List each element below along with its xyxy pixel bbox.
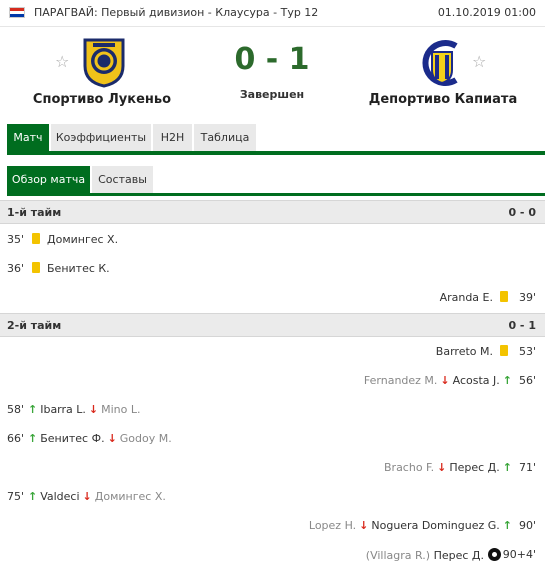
sub-in-arrow-icon: ↑ <box>28 432 38 445</box>
yellow-card-icon <box>32 262 40 273</box>
event-minute: 90' <box>518 519 536 532</box>
event-minute: 71' <box>518 461 536 474</box>
event-player[interactable]: Aranda E. <box>440 291 493 304</box>
away-team-name[interactable]: Депортиво Капиата <box>353 92 533 107</box>
sub-in-player[interactable]: Бенитес Ф. <box>40 432 104 445</box>
tab-h2h[interactable]: H2H <box>153 124 193 151</box>
sub-out-arrow-icon: ↓ <box>359 519 369 532</box>
half-label: 1-й тайм <box>7 206 62 219</box>
event-minute: 36' <box>7 262 25 275</box>
event-row: Lopez H. ↓ Noguera Dominguez G. ↑ 90' <box>0 516 545 536</box>
event-player[interactable]: Бенитес К. <box>47 262 110 275</box>
event-row: Fernandez M. ↓ Acosta J. ↑ 56' <box>0 371 545 391</box>
sub-in-player[interactable]: Valdeci <box>40 490 79 503</box>
sub-in-arrow-icon: ↑ <box>502 374 512 387</box>
goal-scorer[interactable]: Перес Д. <box>434 549 484 562</box>
half-score: 0 - 0 <box>508 206 536 219</box>
event-row: 36' Бенитес К. <box>0 259 545 279</box>
sub-out-player[interactable]: Godoy M. <box>120 432 172 445</box>
sub-in-arrow-icon: ↑ <box>502 461 512 474</box>
paraguay-flag-icon <box>9 7 25 18</box>
sub-out-player[interactable]: Домингес Х. <box>95 490 166 503</box>
yellow-card-icon <box>500 345 508 356</box>
competition-bar: ПАРАГВАЙ: Первый дивизион - Клаусура - Т… <box>0 0 545 27</box>
event-minute: 39' <box>518 291 536 304</box>
event-row: 75' ↑ Valdeci ↓ Домингес Х. <box>0 487 545 507</box>
tab-table[interactable]: Таблица <box>194 124 257 151</box>
home-team-logo[interactable] <box>81 36 127 88</box>
sub-in-player[interactable]: Noguera Dominguez G. <box>371 519 499 532</box>
event-player[interactable]: Barreto M. <box>436 345 493 358</box>
event-row: (Villagra R.) Перес Д. 90+4' <box>0 545 545 565</box>
subtabs-divider <box>7 193 545 196</box>
sub-in-arrow-icon: ↑ <box>28 490 38 503</box>
event-minute: 75' <box>7 490 25 503</box>
event-minute: 35' <box>7 233 25 246</box>
favorite-away-star-icon[interactable]: ☆ <box>472 52 486 71</box>
sub-out-player[interactable]: Lopez H. <box>309 519 356 532</box>
event-minute: 53' <box>518 345 536 358</box>
match-datetime: 01.10.2019 01:00 <box>437 6 536 19</box>
sub-out-arrow-icon: ↓ <box>437 461 447 474</box>
half-label: 2-й тайм <box>7 319 62 332</box>
event-row: 35' Домингес Х. <box>0 230 545 250</box>
event-row: 66' ↑ Бенитес Ф. ↓ Godoy M. <box>0 429 545 449</box>
sub-out-player[interactable]: Fernandez M. <box>364 374 438 387</box>
sub-in-arrow-icon: ↑ <box>502 519 512 532</box>
sub-out-arrow-icon: ↓ <box>88 403 99 416</box>
tab-odds[interactable]: Коэффициенты <box>51 124 152 151</box>
sub-in-player[interactable]: Ibarra L. <box>40 403 86 416</box>
match-score: 0 - 1 <box>234 42 310 77</box>
competition-title[interactable]: ПАРАГВАЙ: Первый дивизион - Клаусура - Т… <box>34 6 318 19</box>
tabs-divider <box>7 151 545 155</box>
away-team-logo[interactable] <box>418 36 464 88</box>
yellow-card-icon <box>500 291 508 302</box>
event-row: 58' ↑ Ibarra L. ↓ Mino L. <box>0 400 545 420</box>
event-row: Barreto M. 53' <box>0 342 545 362</box>
event-row: Aranda E. 39' <box>0 288 545 308</box>
sub-out-arrow-icon: ↓ <box>107 432 117 445</box>
event-player[interactable]: Домингес Х. <box>47 233 118 246</box>
tab-match[interactable]: Матч <box>7 124 50 151</box>
half-header: 2-й тайм 0 - 1 <box>0 313 545 337</box>
sub-in-arrow-icon: ↑ <box>28 403 38 416</box>
sub-in-player[interactable]: Перес Д. <box>449 461 499 474</box>
sub-out-arrow-icon: ↓ <box>440 374 450 387</box>
event-minute: 58' <box>7 403 25 416</box>
sub-in-player[interactable]: Acosta J. <box>453 374 500 387</box>
tab-lineups[interactable]: Составы <box>92 166 154 193</box>
assist-player[interactable]: (Villagra R.) <box>366 549 430 562</box>
event-row: Bracho F. ↓ Перес Д. ↑ 71' <box>0 458 545 478</box>
sub-out-player[interactable]: Bracho F. <box>384 461 434 474</box>
tab-summary[interactable]: Обзор матча <box>7 166 91 193</box>
event-minute: 56' <box>518 374 536 387</box>
match-status: Завершен <box>239 88 305 101</box>
favorite-home-star-icon[interactable]: ☆ <box>55 52 69 71</box>
event-minute: 66' <box>7 432 25 445</box>
half-score: 0 - 1 <box>508 319 536 332</box>
event-minute: 90+4' <box>502 548 536 561</box>
sub-out-player[interactable]: Mino L. <box>101 403 140 416</box>
sub-out-arrow-icon: ↓ <box>82 490 92 503</box>
home-team-name[interactable]: Спортиво Лукеньо <box>12 92 192 107</box>
goal-ball-icon <box>488 548 501 561</box>
half-header: 1-й тайм 0 - 0 <box>0 200 545 224</box>
yellow-card-icon <box>32 233 40 244</box>
